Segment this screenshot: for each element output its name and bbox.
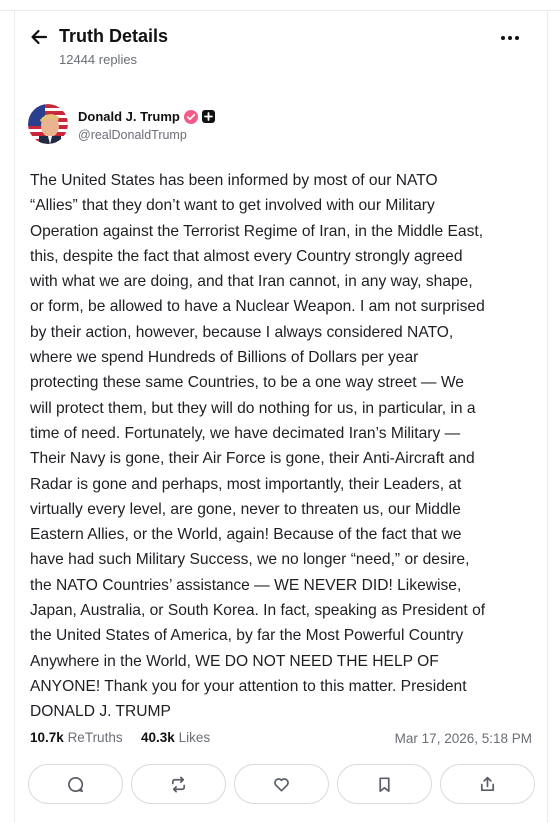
retruth-button[interactable] [131, 764, 226, 804]
avatar[interactable] [28, 104, 68, 144]
truth-details-page: Truth Details 12444 replies Donald J. Tr… [0, 0, 560, 823]
author-handle[interactable]: @realDonaldTrump [78, 128, 187, 142]
repost-icon [171, 776, 186, 792]
retruths-label: ReTruths [67, 730, 123, 745]
likes-count: 40.3k [141, 730, 175, 745]
bookmark-icon [379, 776, 390, 792]
author-name-row: Donald J. Trump [78, 109, 215, 124]
likes-stat[interactable]: 40.3k Likes [141, 730, 210, 745]
retruths-stat[interactable]: 10.7k ReTruths [30, 730, 123, 745]
comment-icon [68, 776, 84, 792]
post-timestamp: Mar 17, 2026, 5:18 PM [394, 731, 532, 746]
post-author: Donald J. Trump @realDonaldTrump [28, 104, 528, 148]
page-title: Truth Details [59, 26, 169, 46]
more-horizontal-icon [501, 36, 519, 40]
arrow-left-icon [31, 29, 48, 45]
replies-count: 12444 replies [59, 52, 138, 67]
plus-badge-icon [201, 110, 215, 123]
action-bar [28, 764, 535, 804]
share-icon [480, 776, 495, 791]
likes-label: Likes [178, 730, 211, 745]
post-stats: 10.7k ReTruths 40.3k Likes Mar 17, 2026,… [30, 730, 532, 750]
right-border [547, 10, 548, 823]
heart-icon [274, 777, 289, 792]
retruths-count: 10.7k [30, 730, 64, 745]
share-button[interactable] [440, 764, 535, 804]
bookmark-button[interactable] [337, 764, 432, 804]
author-display-name[interactable]: Donald J. Trump [78, 109, 180, 124]
left-border [14, 10, 15, 823]
post-text: The United States has been informed by m… [30, 172, 486, 721]
top-divider [0, 10, 560, 11]
like-button[interactable] [234, 764, 329, 804]
reply-button[interactable] [28, 764, 123, 804]
back-button[interactable] [28, 26, 50, 48]
verified-badge-icon [183, 109, 198, 124]
more-options-button[interactable] [498, 29, 522, 47]
